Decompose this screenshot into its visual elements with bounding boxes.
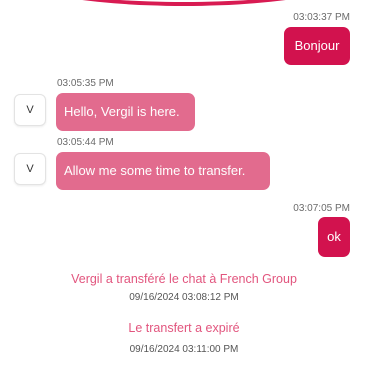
outgoing-message-bubble: ok bbox=[318, 217, 350, 257]
agent-avatar: V bbox=[14, 153, 46, 185]
incoming-message-bubble: Allow me some time to transfer. bbox=[56, 152, 270, 190]
message-timestamp: 03:05:44 PM bbox=[57, 137, 114, 148]
system-event-text: Vergil a transféré le chat à French Grou… bbox=[71, 272, 297, 286]
message-timestamp: 03:07:05 PM bbox=[293, 203, 350, 214]
incoming-message-bubble: Hello, Vergil is here. bbox=[56, 93, 195, 131]
message-timestamp: 03:03:37 PM bbox=[293, 12, 350, 23]
outgoing-message-bubble: Bonjour bbox=[284, 27, 350, 65]
message-timestamp: 03:05:35 PM bbox=[57, 78, 114, 89]
agent-avatar: V bbox=[14, 94, 46, 126]
chat-header-arc bbox=[0, 0, 368, 6]
system-event-text: Le transfert a expiré bbox=[128, 321, 240, 335]
system-event-timestamp: 09/16/2024 03:11:00 PM bbox=[129, 344, 239, 355]
system-event-timestamp: 09/16/2024 03:08:12 PM bbox=[129, 292, 239, 303]
